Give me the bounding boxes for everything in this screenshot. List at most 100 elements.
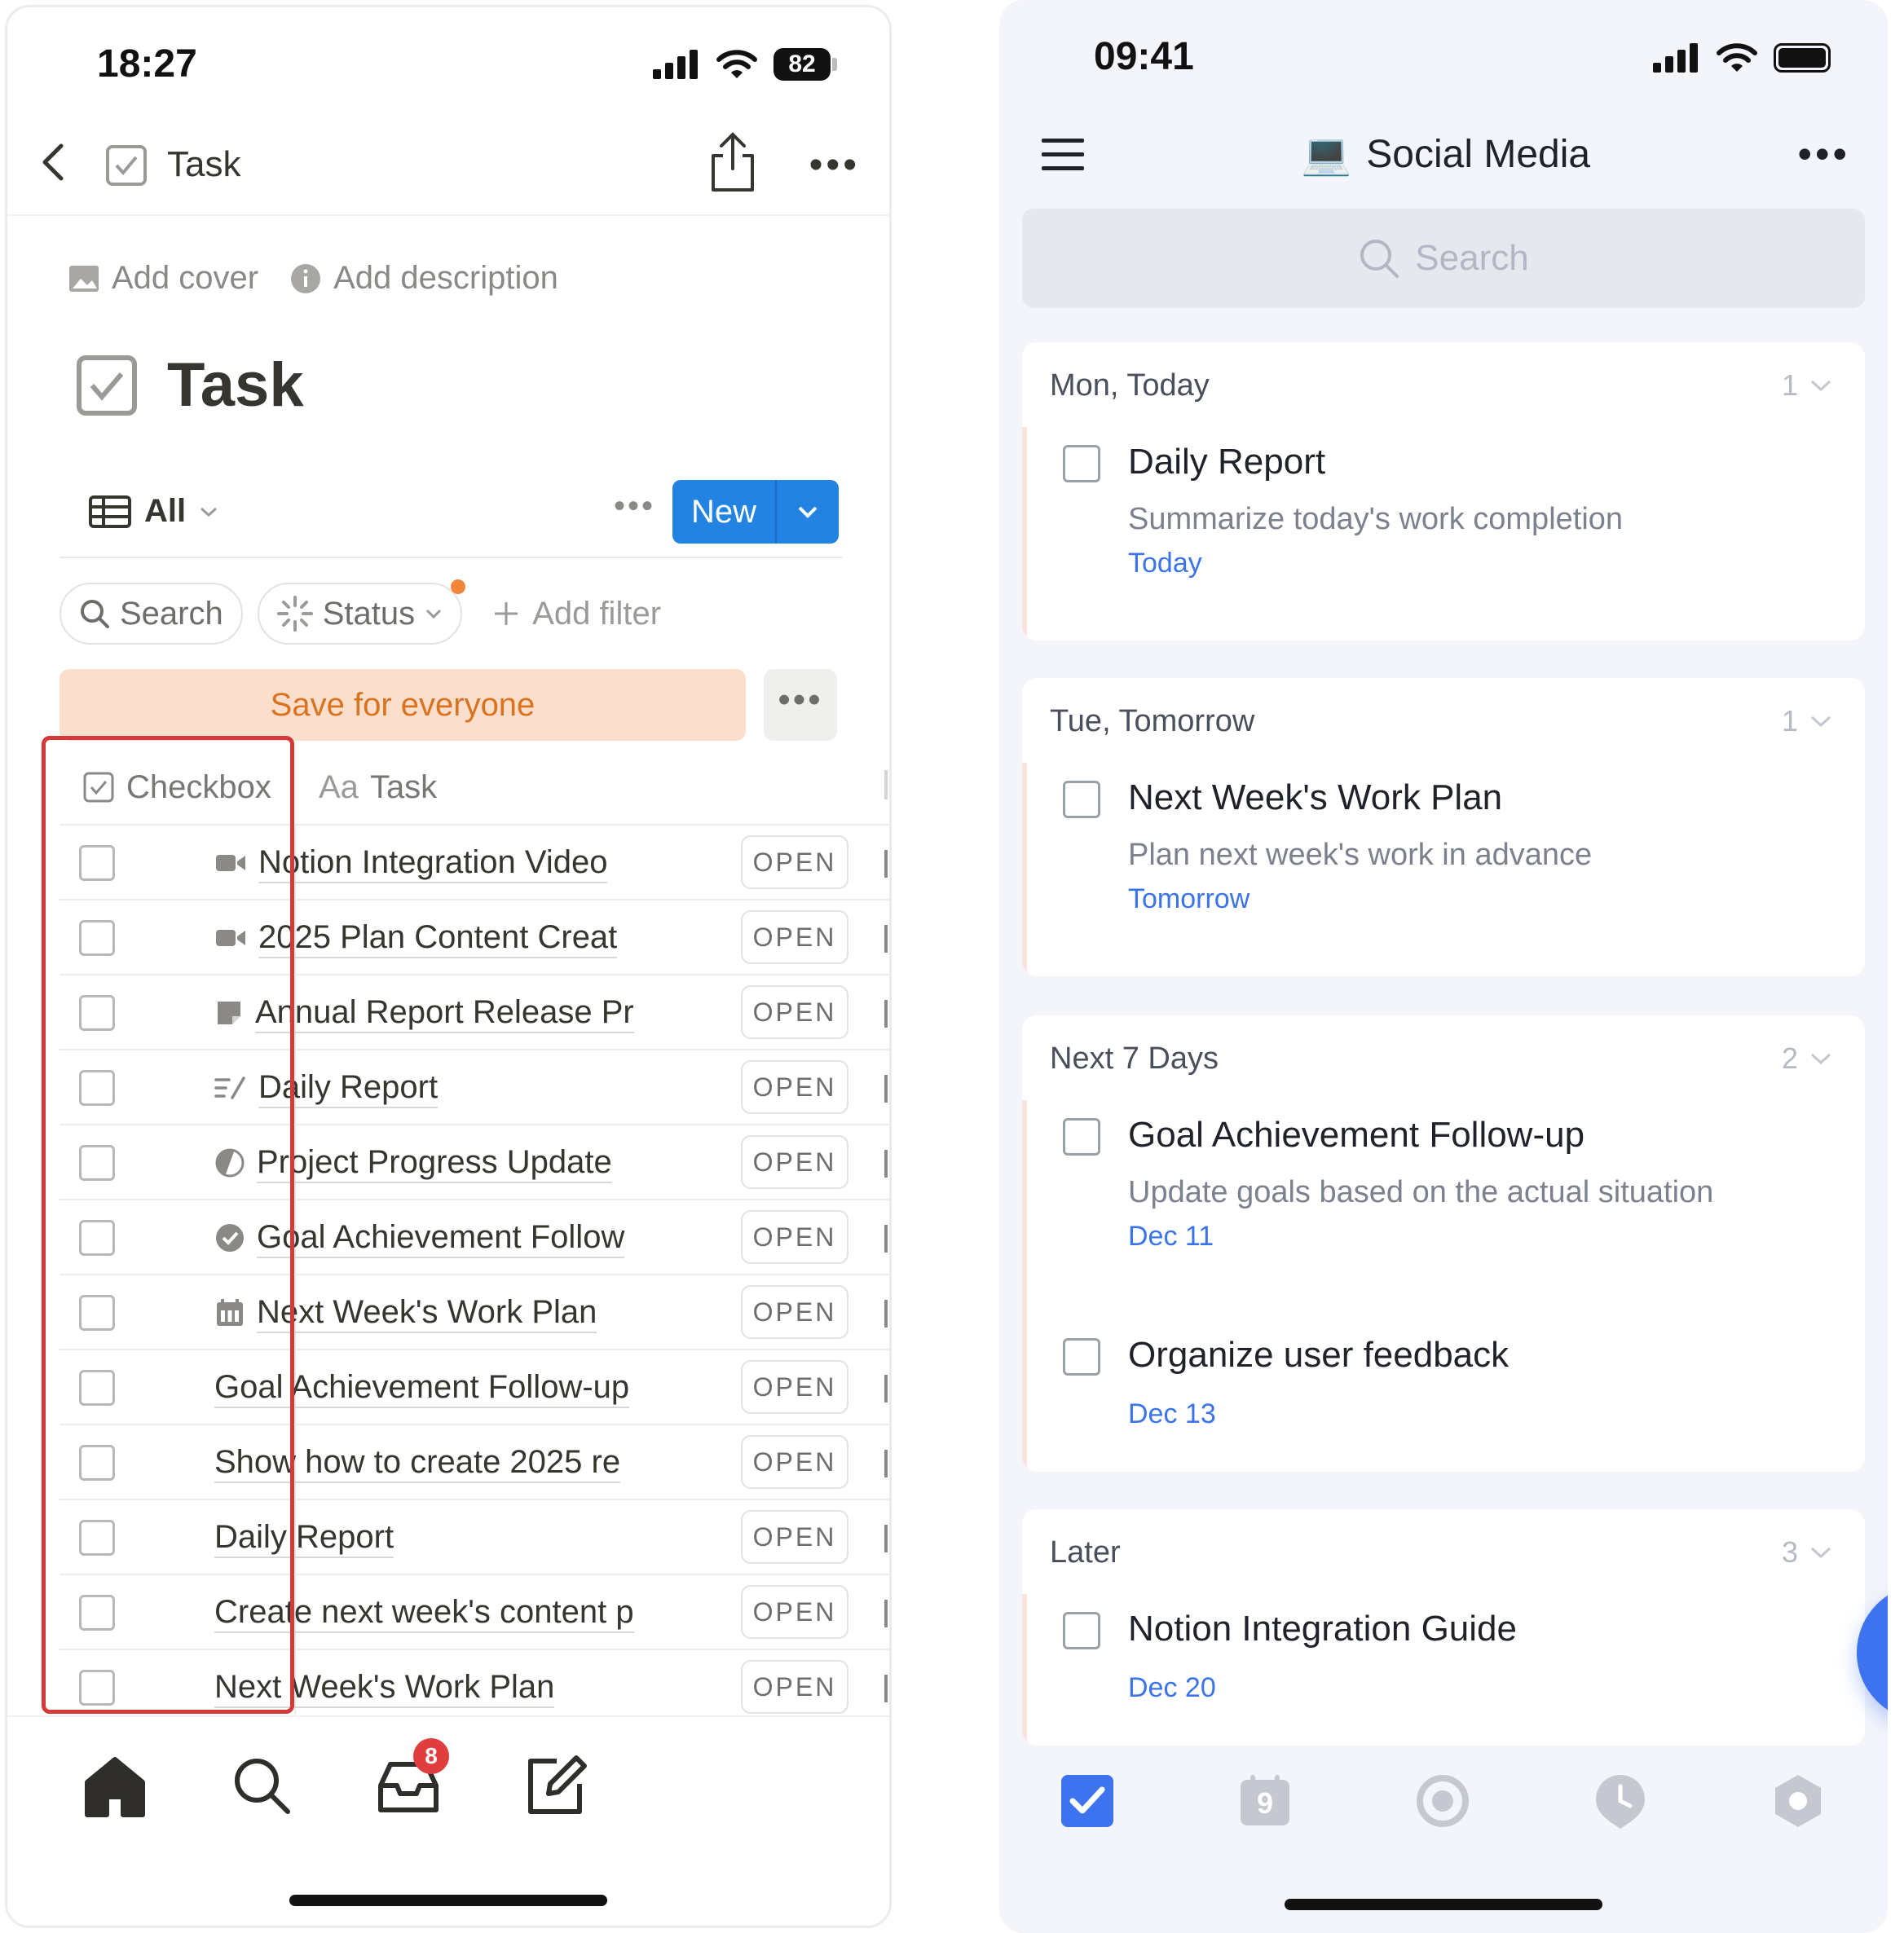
status-filter-pill[interactable]: Status — [257, 579, 466, 645]
task-section: Later 3 Notion Integration Guide Dec 20 — [1022, 1509, 1865, 1746]
task-item[interactable]: Daily Report Summarize today's work comp… — [1022, 429, 1865, 608]
task-name[interactable]: Project Progress Update — [257, 1143, 612, 1183]
inbox-tab[interactable]: 8 — [372, 1738, 449, 1821]
focus-icon[interactable] — [1413, 1772, 1472, 1830]
add-filter-button[interactable]: Add filter — [491, 596, 661, 632]
home-indicator — [289, 1895, 607, 1906]
task-title: Daily Report — [1128, 442, 1326, 482]
more-icon[interactable]: ••• — [809, 143, 860, 187]
section-title: Next 7 Days — [1050, 1041, 1219, 1076]
open-button[interactable]: OPEN — [741, 1360, 848, 1414]
back-icon[interactable] — [32, 139, 77, 185]
column-header-task[interactable]: Aa Task — [319, 751, 437, 824]
settings-hexagon-icon[interactable] — [1769, 1772, 1827, 1830]
task-item[interactable]: Goal Achievement Follow-up Update goals … — [1022, 1102, 1865, 1281]
column-edge — [884, 1225, 888, 1253]
page-title[interactable]: Task — [167, 350, 304, 421]
task-section: Mon, Today 1 Daily Report Summarize toda… — [1022, 342, 1865, 641]
open-button[interactable]: OPEN — [741, 1660, 848, 1714]
open-button[interactable]: OPEN — [741, 1210, 848, 1264]
chevron-down-icon — [1810, 1547, 1831, 1559]
battery-icon: 82 — [774, 48, 831, 81]
view-selector[interactable]: All — [89, 493, 218, 530]
checkbox-page-icon[interactable] — [76, 354, 138, 416]
nav-title[interactable]: Task — [167, 144, 240, 185]
search-pill[interactable]: Search — [60, 583, 243, 645]
search-icon — [81, 600, 109, 628]
open-button[interactable]: OPEN — [741, 910, 848, 964]
task-checkbox[interactable] — [1063, 1118, 1100, 1156]
task-name[interactable]: Next Week's Work Plan — [257, 1292, 597, 1333]
task-title: Organize user feedback — [1128, 1335, 1510, 1375]
task-description: Plan next week's work in advance — [1128, 838, 1593, 872]
more-icon[interactable]: ••• — [1797, 130, 1850, 178]
new-dropdown[interactable] — [777, 504, 839, 519]
notion-phone: 18:27 82 Task ••• Add cover Add descript… — [5, 5, 892, 1928]
status-filter-label: Status — [322, 595, 416, 632]
compose-icon[interactable] — [519, 1750, 591, 1821]
open-button[interactable]: OPEN — [741, 1510, 848, 1564]
menu-icon[interactable] — [1042, 137, 1084, 173]
task-item[interactable]: Next Week's Work Plan Plan next week's w… — [1022, 764, 1865, 944]
task-checkbox[interactable] — [1063, 1338, 1100, 1376]
task-section: Next 7 Days 2 Goal Achievement Follow-up… — [1022, 1015, 1865, 1472]
tasks-check-icon[interactable] — [1058, 1772, 1117, 1830]
open-button[interactable]: OPEN — [741, 1135, 848, 1189]
view-more-icon[interactable]: ••• — [614, 488, 655, 525]
wifi-icon — [1717, 43, 1757, 72]
task-name[interactable]: 2025 Plan Content Creat — [258, 918, 618, 958]
section-collapse-toggle[interactable]: 3 — [1782, 1535, 1832, 1570]
search-bar[interactable]: Search — [1022, 209, 1865, 308]
project-title[interactable]: 💻 Social Media — [1301, 130, 1590, 178]
checkbox-page-icon — [106, 145, 147, 186]
task-name[interactable]: Notion Integration Video — [258, 843, 608, 883]
add-filter-label: Add filter — [532, 595, 662, 632]
home-icon[interactable] — [79, 1750, 151, 1821]
task-name[interactable]: Goal Achievement Follow — [257, 1217, 625, 1258]
column-edge — [884, 850, 888, 878]
open-button[interactable]: OPEN — [741, 985, 848, 1039]
section-collapse-toggle[interactable]: 2 — [1782, 1041, 1832, 1076]
search-pill-label: Search — [120, 595, 223, 632]
header: 💻 Social Media ••• — [999, 114, 1888, 204]
open-button[interactable]: OPEN — [741, 1585, 848, 1639]
open-button[interactable]: OPEN — [741, 1060, 848, 1114]
task-due-date: Tomorrow — [1128, 883, 1250, 914]
task-section: Tue, Tomorrow 1 Next Week's Work Plan Pl… — [1022, 678, 1865, 976]
column-edge — [884, 770, 888, 799]
add-cover-link[interactable]: Add cover — [68, 260, 258, 297]
task-item[interactable]: Notion Integration Guide Dec 20 — [1022, 1596, 1865, 1726]
view-bar: All ••• New — [60, 480, 842, 558]
highlight-frame — [42, 736, 294, 1714]
share-icon[interactable] — [707, 131, 759, 193]
task-checkbox[interactable] — [1063, 445, 1100, 482]
chevron-down-icon — [798, 506, 818, 518]
section-title: Tue, Tomorrow — [1050, 704, 1255, 738]
save-more-button[interactable]: ••• — [764, 669, 837, 741]
open-button[interactable]: OPEN — [741, 1285, 848, 1339]
status-time: 09:41 — [1094, 35, 1194, 78]
section-collapse-toggle[interactable]: 1 — [1782, 368, 1832, 403]
column-edge — [884, 1525, 888, 1552]
open-button[interactable]: OPEN — [741, 835, 848, 889]
task-item[interactable]: Organize user feedback Dec 13 — [1022, 1322, 1865, 1452]
add-cover-label: Add cover — [112, 260, 259, 296]
open-button[interactable]: OPEN — [741, 1435, 848, 1489]
add-description-link[interactable]: Add description — [289, 260, 558, 297]
clock-pin-icon[interactable] — [1591, 1772, 1650, 1830]
search-icon[interactable] — [226, 1750, 298, 1821]
new-button[interactable]: New — [672, 480, 839, 544]
chevron-down-icon — [1810, 1053, 1831, 1065]
column-edge — [884, 925, 888, 953]
task-name[interactable]: Annual Report Release Pr — [255, 993, 634, 1033]
task-checkbox[interactable] — [1063, 781, 1100, 818]
laptop-icon: 💻 — [1301, 131, 1352, 177]
task-checkbox[interactable] — [1063, 1612, 1100, 1649]
status-icons: 82 — [653, 48, 837, 81]
signal-icon — [1653, 43, 1698, 73]
section-collapse-toggle[interactable]: 1 — [1782, 704, 1832, 738]
save-for-everyone-button[interactable]: Save for everyone — [60, 669, 746, 741]
calendar-tab[interactable]: 9 — [1236, 1772, 1294, 1830]
section-count: 3 — [1781, 1535, 1798, 1569]
column-edge — [884, 1000, 888, 1028]
